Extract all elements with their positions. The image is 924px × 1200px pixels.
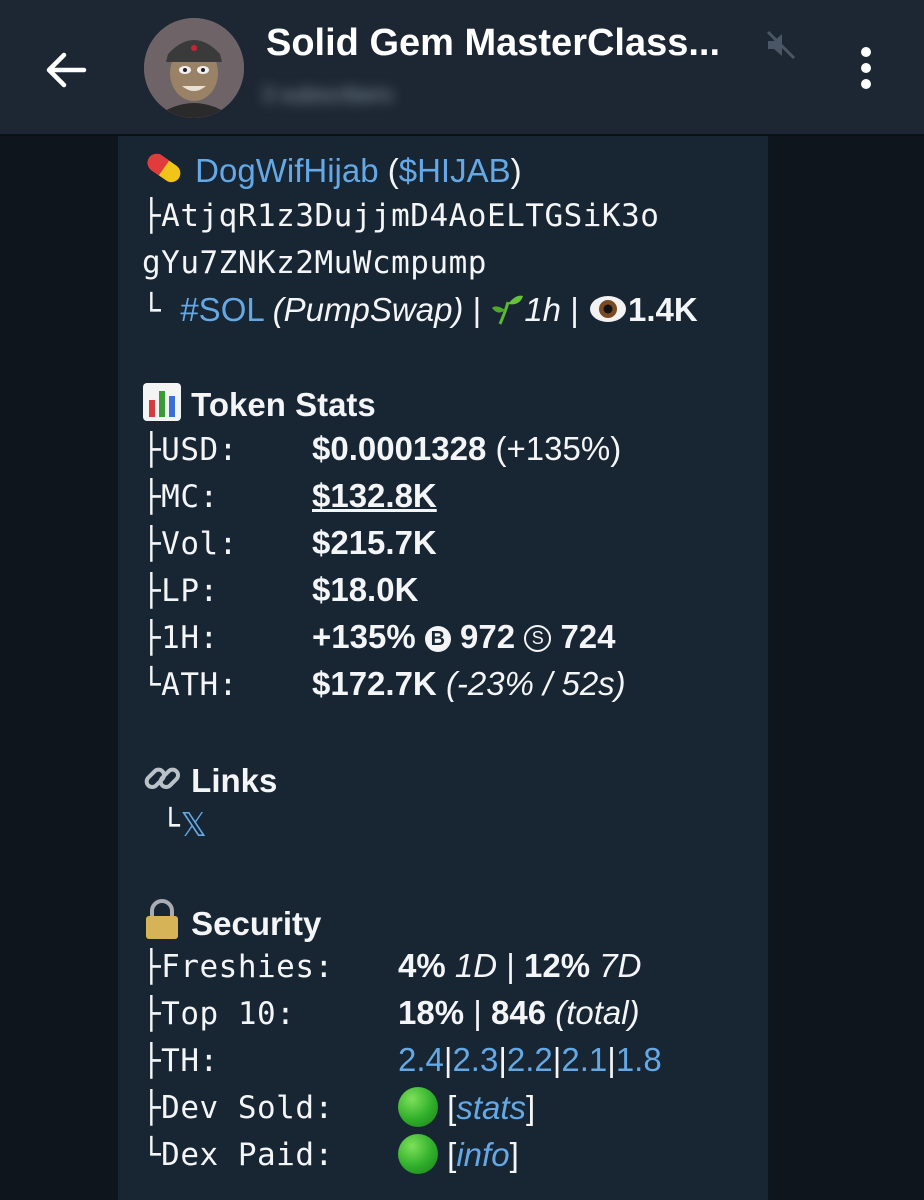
token-title-line: DogWifHijab ($HIJAB) <box>142 148 522 191</box>
chat-background-left <box>0 136 118 1200</box>
channel-avatar[interactable] <box>144 18 244 118</box>
top10-label: Top 10: <box>161 996 296 1032</box>
security-heading: Security <box>191 905 322 942</box>
security-row-th: ├TH: 2.4|2.3|2.2|2.1|1.8 <box>142 1041 662 1079</box>
freshies-7d-value: 12% <box>523 947 591 984</box>
stat-row-usd: ├USD: $0.0001328 (+135%) <box>142 430 622 468</box>
stat-row-ath: └ATH: $172.7K (-23% / 52s) <box>142 665 626 703</box>
sell-icon: S <box>524 625 552 652</box>
message-bubble: DogWifHijab ($HIJAB) ├AtjqR1z3DujjmD4AoE… <box>118 136 768 1200</box>
volume-value: $215.7K <box>312 524 437 561</box>
bar-chart-icon <box>143 383 181 421</box>
links-heading-line: Links <box>142 758 277 801</box>
freshies-7d-period: 7D <box>599 947 642 984</box>
th-link-4[interactable]: 2.1 <box>561 1041 607 1078</box>
freshies-label: Freshies: <box>161 949 334 985</box>
contract-address-part1[interactable]: AtjqR1z3DujjmD4AoELTGSiK3o <box>161 198 659 234</box>
green-circle-icon <box>398 1087 438 1127</box>
lock-icon <box>146 899 178 939</box>
links-heading: Links <box>191 762 278 799</box>
holder-count-note: (total) <box>555 994 640 1031</box>
stat-label-usd: USD: <box>161 432 238 468</box>
back-arrow-icon[interactable] <box>40 44 92 96</box>
stat-label-mc: MC: <box>161 479 219 515</box>
stat-label-1h: 1H: <box>161 620 219 656</box>
sell-count: 724 <box>560 618 616 655</box>
stat-label-vol: Vol: <box>161 526 238 562</box>
th-link-3[interactable]: 2.2 <box>507 1041 553 1078</box>
stat-row-vol: ├Vol: $215.7K <box>142 524 437 562</box>
holder-count: 846 <box>490 994 547 1031</box>
stat-label-ath: ATH: <box>161 667 238 703</box>
dex-name: (PumpSwap) <box>272 291 464 328</box>
security-row-dex-paid: └Dex Paid: [info] <box>142 1134 519 1174</box>
view-count: 1.4K <box>627 291 698 328</box>
stat-row-1h: ├1H: +135% B 972 S 724 <box>142 618 616 656</box>
freshies-1d-period: 1D <box>454 947 498 984</box>
change-1h: +135% <box>312 618 416 655</box>
th-link-1[interactable]: 2.4 <box>398 1041 444 1078</box>
ath-change: (-23% / 52s) <box>445 665 626 702</box>
token-meta-line: └ #SOL (PumpSwap) | 1h | 1.4K <box>142 291 698 329</box>
token-age: 1h <box>524 291 562 328</box>
green-circle-icon <box>398 1134 438 1174</box>
price-change: (+135%) <box>495 430 622 467</box>
more-options-icon[interactable] <box>846 40 886 96</box>
seedling-icon <box>492 295 524 325</box>
chat-title[interactable]: Solid Gem MasterClass... <box>266 22 766 65</box>
contract-address-part2[interactable]: gYu7ZNKz2MuWcmpump <box>142 245 487 281</box>
pill-icon <box>147 153 181 183</box>
dev-sold-label: Dev Sold: <box>161 1090 334 1126</box>
chain-link-icon <box>144 767 181 790</box>
buy-count: 972 <box>460 618 516 655</box>
token-stats-heading-line: Token Stats <box>142 382 376 425</box>
stat-label-lp: LP: <box>161 573 219 609</box>
price-usd: $0.0001328 <box>312 430 487 467</box>
token-name-link[interactable]: DogWifHijab <box>195 152 378 189</box>
stat-row-lp: ├LP: $18.0K <box>142 571 419 609</box>
th-link-2[interactable]: 2.3 <box>452 1041 498 1078</box>
market-cap-link[interactable]: $132.8K <box>312 476 437 516</box>
token-stats-heading: Token Stats <box>191 386 376 423</box>
dex-info-link[interactable]: info <box>456 1136 509 1173</box>
security-row-dev-sold: ├Dev Sold: [stats] <box>142 1087 536 1127</box>
th-link-5[interactable]: 1.8 <box>616 1041 662 1078</box>
th-label: TH: <box>161 1043 219 1079</box>
buy-icon: B <box>424 626 451 652</box>
chat-header: Solid Gem MasterClass... 3 subscribers <box>0 0 924 136</box>
muted-speaker-icon <box>766 30 796 60</box>
chat-background-right <box>768 136 924 1200</box>
security-heading-line: Security <box>142 899 321 944</box>
security-row-top10: ├Top 10: 18% | 846 (total) <box>142 994 640 1032</box>
dev-stats-link[interactable]: stats <box>456 1089 526 1126</box>
chat-subtitle: 3 subscribers <box>262 82 393 107</box>
ath-value: $172.7K <box>312 665 437 702</box>
stat-row-mc: ├MC: $132.8K <box>142 477 437 515</box>
top10-percent: 18% <box>398 994 465 1031</box>
address-line-1: ├AtjqR1z3DujjmD4AoELTGSiK3o <box>142 198 660 234</box>
eye-icon <box>589 296 626 322</box>
x-link[interactable]: 𝕏 <box>180 806 207 843</box>
token-ticker-link[interactable]: $HIJAB <box>399 152 511 189</box>
address-line-2: gYu7ZNKz2MuWcmpump <box>142 243 487 283</box>
liquidity-value: $18.0K <box>312 571 419 608</box>
freshies-1d-value: 4% <box>398 947 446 984</box>
links-row: └𝕏 <box>142 806 207 844</box>
chain-hashtag[interactable]: #SOL <box>180 291 263 328</box>
security-row-freshies: ├Freshies: 4% 1D | 12% 7D <box>142 947 642 985</box>
dex-paid-label: Dex Paid: <box>161 1137 334 1173</box>
